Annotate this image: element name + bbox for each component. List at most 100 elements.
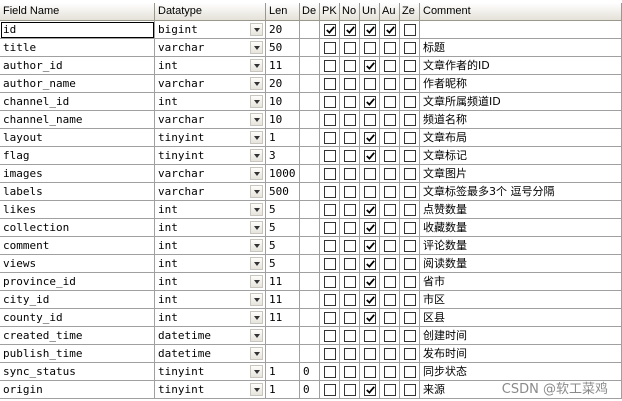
zerofill-checkbox[interactable] bbox=[404, 258, 416, 270]
pk-checkbox[interactable] bbox=[324, 276, 336, 288]
datatype-cell[interactable]: int bbox=[155, 93, 266, 111]
comment-cell[interactable]: 文章所属频道ID bbox=[420, 93, 622, 111]
length-cell[interactable]: 1000 bbox=[266, 165, 300, 183]
length-cell[interactable]: 11 bbox=[266, 291, 300, 309]
header-primary-key[interactable]: PK bbox=[320, 3, 340, 21]
field-name-cell[interactable]: author_id bbox=[0, 57, 155, 75]
dropdown-arrow-icon[interactable] bbox=[250, 257, 263, 270]
unsigned-checkbox[interactable] bbox=[364, 186, 376, 198]
unsigned-checkbox[interactable] bbox=[364, 258, 376, 270]
default-cell[interactable] bbox=[300, 129, 320, 147]
datatype-cell[interactable]: datetime bbox=[155, 327, 266, 345]
unsigned-checkbox[interactable] bbox=[364, 294, 376, 306]
length-cell[interactable]: 10 bbox=[266, 111, 300, 129]
pk-checkbox[interactable] bbox=[324, 312, 336, 324]
header-default[interactable]: De bbox=[300, 3, 320, 21]
field-name-cell[interactable]: author_name bbox=[0, 75, 155, 93]
comment-cell[interactable]: 频道名称 bbox=[420, 111, 622, 129]
not-null-checkbox[interactable] bbox=[344, 240, 356, 252]
default-cell[interactable] bbox=[300, 219, 320, 237]
default-cell[interactable] bbox=[300, 291, 320, 309]
pk-checkbox[interactable] bbox=[324, 384, 336, 396]
default-cell[interactable] bbox=[300, 21, 320, 39]
field-name-cell[interactable]: layout bbox=[0, 129, 155, 147]
dropdown-arrow-icon[interactable] bbox=[250, 131, 263, 144]
zerofill-checkbox[interactable] bbox=[404, 114, 416, 126]
field-row[interactable]: images varchar 1000 文章图片 bbox=[0, 165, 622, 183]
comment-cell[interactable]: 文章图片 bbox=[420, 165, 622, 183]
not-null-checkbox[interactable] bbox=[344, 348, 356, 360]
unsigned-checkbox[interactable] bbox=[364, 348, 376, 360]
length-cell[interactable] bbox=[266, 327, 300, 345]
unsigned-checkbox[interactable] bbox=[364, 114, 376, 126]
length-cell[interactable]: 5 bbox=[266, 237, 300, 255]
comment-cell[interactable] bbox=[420, 21, 622, 39]
dropdown-arrow-icon[interactable] bbox=[250, 95, 263, 108]
datatype-cell[interactable]: int bbox=[155, 273, 266, 291]
auto-increment-checkbox[interactable] bbox=[384, 96, 396, 108]
auto-increment-checkbox[interactable] bbox=[384, 42, 396, 54]
auto-increment-checkbox[interactable] bbox=[384, 222, 396, 234]
field-row[interactable]: title varchar 50 标题 bbox=[0, 39, 622, 57]
pk-checkbox[interactable] bbox=[324, 78, 336, 90]
field-row[interactable]: county_id int 11 区县 bbox=[0, 309, 622, 327]
field-name-cell[interactable]: province_id bbox=[0, 273, 155, 291]
unsigned-checkbox[interactable] bbox=[364, 132, 376, 144]
field-name-cell[interactable]: sync_status bbox=[0, 363, 155, 381]
not-null-checkbox[interactable] bbox=[344, 276, 356, 288]
not-null-checkbox[interactable] bbox=[344, 132, 356, 144]
not-null-checkbox[interactable] bbox=[344, 78, 356, 90]
dropdown-arrow-icon[interactable] bbox=[250, 149, 263, 162]
field-row[interactable]: layout tinyint 1 文章布局 bbox=[0, 129, 622, 147]
pk-checkbox[interactable] bbox=[324, 114, 336, 126]
default-cell[interactable] bbox=[300, 39, 320, 57]
length-cell[interactable]: 5 bbox=[266, 219, 300, 237]
unsigned-checkbox[interactable] bbox=[364, 204, 376, 216]
default-cell[interactable] bbox=[300, 165, 320, 183]
default-cell[interactable] bbox=[300, 57, 320, 75]
header-not-null[interactable]: No bbox=[340, 3, 360, 21]
datatype-cell[interactable]: int bbox=[155, 255, 266, 273]
not-null-checkbox[interactable] bbox=[344, 312, 356, 324]
pk-checkbox[interactable] bbox=[324, 330, 336, 342]
default-cell[interactable]: 0 bbox=[300, 381, 320, 399]
not-null-checkbox[interactable] bbox=[344, 204, 356, 216]
auto-increment-checkbox[interactable] bbox=[384, 276, 396, 288]
field-row[interactable]: likes int 5 点赞数量 bbox=[0, 201, 622, 219]
not-null-checkbox[interactable] bbox=[344, 186, 356, 198]
dropdown-arrow-icon[interactable] bbox=[250, 203, 263, 216]
field-name-cell[interactable]: labels bbox=[0, 183, 155, 201]
default-cell[interactable] bbox=[300, 75, 320, 93]
field-row[interactable]: created_time datetime 创建时间 bbox=[0, 327, 622, 345]
comment-cell[interactable]: 作者昵称 bbox=[420, 75, 622, 93]
field-name-cell[interactable]: views bbox=[0, 255, 155, 273]
comment-cell[interactable]: 评论数量 bbox=[420, 237, 622, 255]
dropdown-arrow-icon[interactable] bbox=[250, 239, 263, 252]
field-name-cell[interactable]: channel_id bbox=[0, 93, 155, 111]
zerofill-checkbox[interactable] bbox=[404, 186, 416, 198]
dropdown-arrow-icon[interactable] bbox=[250, 59, 263, 72]
default-cell[interactable] bbox=[300, 237, 320, 255]
pk-checkbox[interactable] bbox=[324, 42, 336, 54]
zerofill-checkbox[interactable] bbox=[404, 78, 416, 90]
header-length[interactable]: Len bbox=[266, 3, 300, 21]
unsigned-checkbox[interactable] bbox=[364, 78, 376, 90]
pk-checkbox[interactable] bbox=[324, 258, 336, 270]
zerofill-checkbox[interactable] bbox=[404, 96, 416, 108]
comment-cell[interactable]: 收藏数量 bbox=[420, 219, 622, 237]
datatype-cell[interactable]: varchar bbox=[155, 183, 266, 201]
datatype-cell[interactable]: bigint bbox=[155, 21, 266, 39]
comment-cell[interactable]: 文章标记 bbox=[420, 147, 622, 165]
datatype-cell[interactable]: int bbox=[155, 291, 266, 309]
field-row[interactable]: flag tinyint 3 文章标记 bbox=[0, 147, 622, 165]
auto-increment-checkbox[interactable] bbox=[384, 294, 396, 306]
default-cell[interactable] bbox=[300, 255, 320, 273]
auto-increment-checkbox[interactable] bbox=[384, 204, 396, 216]
length-cell[interactable]: 5 bbox=[266, 201, 300, 219]
length-cell[interactable] bbox=[266, 345, 300, 363]
dropdown-arrow-icon[interactable] bbox=[250, 41, 263, 54]
datatype-cell[interactable]: varchar bbox=[155, 39, 266, 57]
unsigned-checkbox[interactable] bbox=[364, 276, 376, 288]
comment-cell[interactable]: 文章标签最多3个 逗号分隔 bbox=[420, 183, 622, 201]
dropdown-arrow-icon[interactable] bbox=[250, 293, 263, 306]
